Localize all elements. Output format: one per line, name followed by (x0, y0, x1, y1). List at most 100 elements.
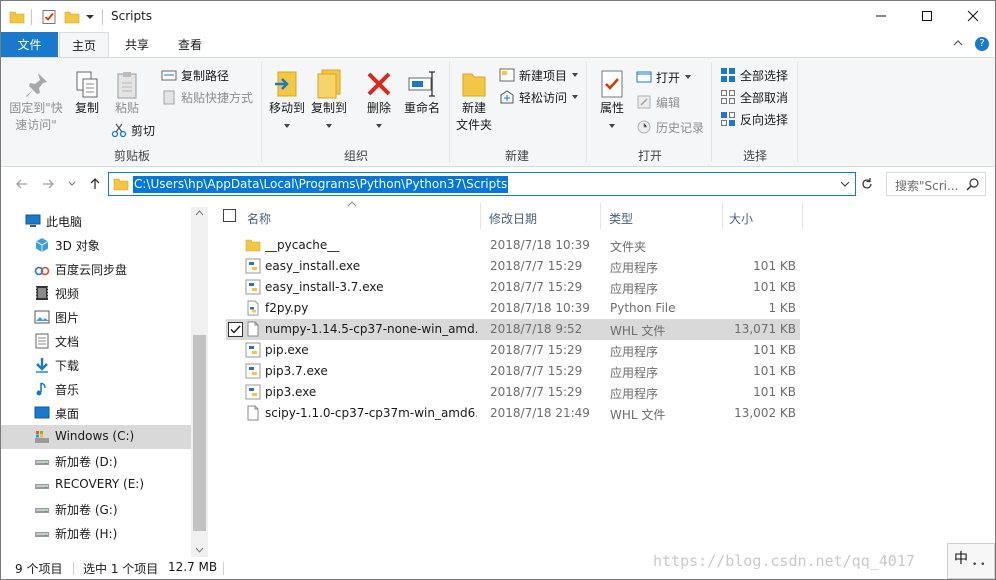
ime-indicator[interactable]: 中 • • (947, 543, 995, 579)
nav-label: Windows (C:) (55, 429, 135, 443)
copy-button[interactable]: 复制 (69, 70, 105, 117)
rename-button[interactable]: 重命名 (400, 68, 444, 117)
nav-item-3d-objects[interactable]: 3D 对象 (1, 233, 191, 257)
edit-button[interactable]: 编辑 (636, 92, 680, 112)
cut-button[interactable]: 剪切 (111, 120, 155, 140)
column-header-type[interactable]: 类型 (609, 207, 633, 229)
file-row[interactable]: scipy-1.1.0-cp37-cp37m-win_amd6... 2018/… (226, 403, 800, 424)
address-history-button[interactable] (839, 178, 851, 193)
properties-quick-icon[interactable] (41, 7, 57, 27)
file-size: 101 KB (753, 364, 796, 378)
file-name[interactable]: f2py.py (265, 301, 477, 315)
new-folder-button[interactable]: 新建 文件夹 (453, 68, 495, 134)
tab-home[interactable]: 主页 (59, 32, 109, 58)
maximize-button[interactable] (904, 1, 950, 31)
copy-to-button[interactable]: 复制到 (308, 68, 350, 134)
file-row[interactable]: pip.exe 2018/7/7 15:29 应用程序 101 KB (226, 340, 800, 361)
file-row[interactable]: pip3.7.exe 2018/7/7 15:29 应用程序 101 KB (226, 361, 800, 382)
file-row[interactable]: easy_install.exe 2018/7/7 15:29 应用程序 101… (226, 256, 800, 277)
file-row-selected[interactable]: numpy-1.14.5-cp37-none-win_amd... 2018/7… (226, 319, 800, 340)
up-button[interactable] (86, 175, 104, 193)
column-header-modified[interactable]: 修改日期 (489, 207, 537, 229)
move-to-button[interactable]: 移动到 (266, 68, 308, 134)
file-name[interactable]: scipy-1.1.0-cp37-cp37m-win_amd6... (265, 406, 477, 420)
row-checkbox-checked[interactable] (228, 322, 243, 337)
dropdown-arrow-icon (284, 124, 290, 128)
paste-shortcut-label: 粘贴快捷方式 (181, 90, 254, 105)
nav-item-desktop[interactable]: 桌面 (1, 401, 191, 425)
copy-to-icon (317, 69, 341, 99)
file-name[interactable]: numpy-1.14.5-cp37-none-win_amd... (265, 322, 477, 336)
file-row[interactable]: f2py.py 2018/7/18 10:39 Python File 1 KB (226, 298, 800, 319)
column-header-name[interactable]: 名称 (247, 207, 271, 229)
select-all-button[interactable]: 全部选择 (720, 65, 788, 85)
nav-item-drive-d[interactable]: 新加卷 (D:) (1, 449, 191, 473)
paste-shortcut-button[interactable]: 粘贴快捷方式 (161, 87, 253, 107)
new-folder-icon (462, 73, 486, 97)
file-row[interactable]: easy_install-3.7.exe 2018/7/7 15:29 应用程序… (226, 277, 800, 298)
history-button[interactable]: 历史记录 (636, 117, 704, 137)
nav-scrollbar[interactable] (191, 207, 208, 557)
forward-button[interactable] (39, 175, 57, 193)
select-all-checkbox[interactable] (223, 209, 236, 222)
refresh-button[interactable] (856, 172, 878, 196)
search-icon[interactable] (966, 177, 980, 194)
nav-item-drive-e[interactable]: RECOVERY (E:) (1, 473, 191, 497)
nav-item-drive-h[interactable]: 新加卷 (H:) (1, 521, 191, 545)
tab-view[interactable]: 查看 (164, 32, 216, 57)
search-input[interactable]: 搜索"Scri... (895, 177, 958, 194)
help-icon[interactable]: ? (975, 37, 989, 51)
file-type: WHL 文件 (610, 408, 666, 422)
properties-button[interactable]: 属性 (592, 68, 632, 134)
nav-label: RECOVERY (E:) (55, 477, 145, 491)
file-name[interactable]: __pycache__ (265, 238, 477, 252)
nav-item-pictures[interactable]: 图片 (1, 305, 191, 329)
nav-item-downloads[interactable]: 下载 (1, 353, 191, 377)
scroll-up-icon[interactable] (195, 210, 204, 216)
nav-item-drive-c[interactable]: Windows (C:) (1, 425, 191, 449)
back-button[interactable] (13, 175, 31, 193)
address-bar[interactable]: C:\Users\hp\AppData\Local\Programs\Pytho… (108, 172, 856, 196)
file-name[interactable]: pip3.7.exe (265, 364, 477, 378)
copy-icon (76, 71, 98, 98)
delete-button[interactable]: 删除 (362, 68, 396, 134)
baidu-cloud-icon (34, 266, 50, 276)
nav-item-music[interactable]: 音乐 (1, 377, 191, 401)
copy-path-button[interactable]: 复制路径 (161, 65, 229, 85)
file-name[interactable]: easy_install.exe (265, 259, 477, 273)
nav-item-baidu-cloud[interactable]: 百度云同步盘 (1, 257, 191, 281)
file-type: 应用程序 (610, 282, 659, 296)
nav-item-drive-g[interactable]: 新加卷 (G:) (1, 497, 191, 521)
nav-item-videos[interactable]: 视频 (1, 281, 191, 305)
invert-selection-button[interactable]: 反向选择 (720, 109, 788, 129)
nav-item-this-pc[interactable]: 此电脑 (1, 209, 191, 233)
column-header-size[interactable]: 大小 (729, 207, 753, 229)
close-button[interactable] (950, 1, 995, 31)
customize-toolbar-icon[interactable] (85, 7, 95, 27)
new-folder-quick-icon[interactable] (64, 7, 80, 27)
easy-access-button[interactable]: 轻松访问 (499, 87, 579, 107)
file-size: 13,071 KB (734, 322, 796, 336)
search-box[interactable]: 搜索"Scri... (886, 172, 986, 196)
file-name[interactable]: easy_install-3.7.exe (265, 280, 477, 294)
new-item-button[interactable]: 新建项目 (499, 65, 579, 85)
easy-access-label: 轻松访问 (519, 90, 568, 105)
address-path[interactable]: C:\Users\hp\AppData\Local\Programs\Pytho… (133, 176, 509, 193)
pin-quick-access-button[interactable]: 固定到"快 速访问" (7, 70, 65, 134)
nav-scrollbar-thumb[interactable] (193, 335, 206, 531)
minimize-button[interactable] (858, 1, 904, 31)
open-button[interactable]: 打开 (636, 67, 692, 87)
nav-item-documents[interactable]: 文档 (1, 329, 191, 353)
file-row[interactable]: pip3.exe 2018/7/7 15:29 应用程序 101 KB (226, 382, 800, 403)
tab-share[interactable]: 共享 (111, 32, 163, 57)
tab-file[interactable]: 文件 (1, 32, 58, 57)
scroll-down-icon[interactable] (195, 547, 204, 553)
paste-button[interactable]: 粘贴 (109, 70, 145, 117)
file-name[interactable]: pip.exe (265, 343, 477, 357)
expand-ribbon-icon[interactable] (952, 37, 964, 52)
recent-locations-button[interactable] (63, 175, 81, 193)
file-row[interactable]: __pycache__ 2018/7/18 10:39 文件夹 (226, 235, 800, 256)
file-name[interactable]: pip3.exe (265, 385, 477, 399)
paste-label: 粘贴 (114, 101, 139, 115)
select-none-button[interactable]: 全部取消 (720, 87, 788, 107)
